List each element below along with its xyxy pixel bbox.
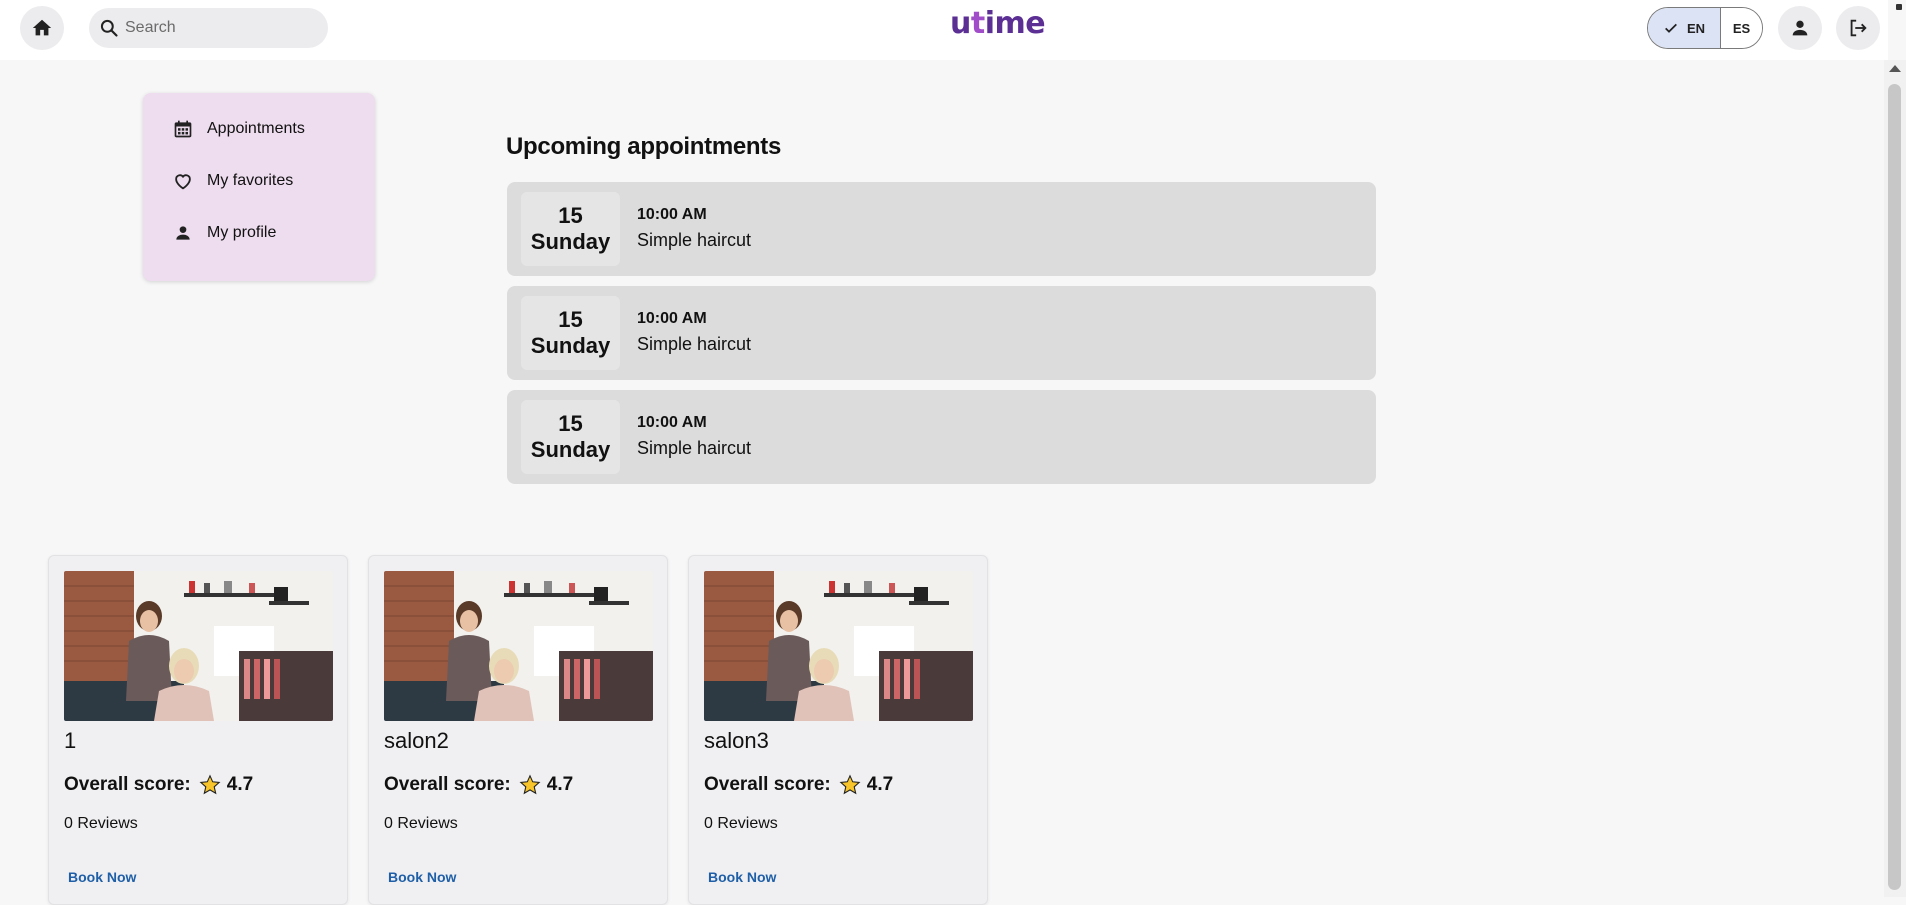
appointment-time: 10:00 AM [637,310,707,327]
salon-photo[interactable] [704,571,973,721]
lang-es-label: ES [1732,20,1751,36]
star-icon [519,774,541,796]
side-menu: Appointments My favorites My profile [143,93,375,281]
appointment-card[interactable]: 15 Sunday 10:00 AM Simple haircut [507,286,1376,380]
star-icon [839,774,861,796]
score-label: Overall score: [704,774,831,795]
appointment-time: 10:00 AM [637,414,707,431]
salon-score: Overall score: 4.7 [384,774,573,796]
salon-name: salon2 [384,728,449,753]
appointment-weekday: Sunday [530,229,611,254]
appointment-day: 15 [558,411,583,436]
appointment-service: Simple haircut [637,334,752,354]
page-scrollbar[interactable] [1884,60,1906,897]
language-toggle: EN ES [1647,7,1763,49]
scroll-up-arrow[interactable] [1889,65,1901,72]
salon-photo[interactable] [64,571,333,721]
person-icon [172,222,194,244]
logout-icon [1850,19,1867,37]
lang-en-button[interactable]: EN [1648,8,1721,48]
salon-name: 1 [64,728,77,753]
appointment-service: Simple haircut [637,230,752,250]
salon-card[interactable]: salon2 Overall score: 4.7 0 Reviews Book… [368,555,668,905]
score-value: 4.7 [546,774,574,795]
home-button[interactable] [20,6,64,50]
menu-item-appointments[interactable]: Appointments [143,103,375,155]
scrollbar-thumb[interactable] [1888,84,1901,890]
window-corner-mark [1896,4,1902,10]
menu-label-profile: My profile [207,224,277,241]
profile-button[interactable] [1778,6,1822,50]
appointment-day: 15 [558,307,583,332]
appointment-date: 15 Sunday [521,400,620,474]
appointment-weekday: Sunday [530,333,611,358]
salon-card[interactable]: 1 Overall score: 4.7 0 Reviews Book Now [48,555,348,905]
menu-item-profile[interactable]: My profile [143,207,375,259]
book-now-button[interactable]: Book Now [68,869,136,885]
appointment-date: 15 Sunday [521,296,620,370]
menu-label-favorites: My favorites [207,172,294,189]
salon-photo[interactable] [384,571,653,721]
logo-t: t [970,6,985,41]
check-icon [1665,23,1677,33]
lang-en-label: EN [1686,20,1706,36]
search-bar[interactable] [89,8,328,48]
review-count: 0 Reviews [704,815,778,832]
appointment-service: Simple haircut [637,438,752,458]
person-icon [1792,20,1808,36]
appointment-card[interactable]: 15 Sunday 10:00 AM Simple haircut [507,182,1376,276]
salon-card[interactable]: salon3 Overall score: 4.7 0 Reviews Book… [688,555,988,905]
appointment-time: 10:00 AM [637,206,707,223]
menu-item-favorites[interactable]: My favorites [143,155,375,207]
star-icon [199,774,221,796]
score-label: Overall score: [64,774,191,795]
search-input[interactable] [125,19,315,37]
calendar-icon [172,118,194,140]
logout-button[interactable] [1836,6,1880,50]
salon-score: Overall score: 4.7 [704,774,893,796]
upcoming-appointments-title: Upcoming appointments [506,133,782,160]
logo-rest: ime [984,6,1046,41]
search-icon [100,19,118,37]
book-now-button[interactable]: Book Now [388,869,456,885]
score-label: Overall score: [384,774,511,795]
utime-logo[interactable]: utime [950,6,1046,41]
appointment-day: 15 [558,203,583,228]
review-count: 0 Reviews [64,815,138,832]
logo-u: u [950,6,971,41]
menu-label-appointments: Appointments [207,120,305,137]
review-count: 0 Reviews [384,815,458,832]
score-value: 4.7 [226,774,254,795]
lang-es-button[interactable]: ES [1721,8,1762,48]
top-bar: utime EN ES [0,0,1888,60]
home-icon [32,19,52,36]
heart-icon [172,170,194,192]
appointment-weekday: Sunday [530,437,611,462]
salon-score: Overall score: 4.7 [64,774,253,796]
appointment-card[interactable]: 15 Sunday 10:00 AM Simple haircut [507,390,1376,484]
salon-name: salon3 [704,728,769,753]
score-value: 4.7 [866,774,894,795]
book-now-button[interactable]: Book Now [708,869,776,885]
appointment-date: 15 Sunday [521,192,620,266]
